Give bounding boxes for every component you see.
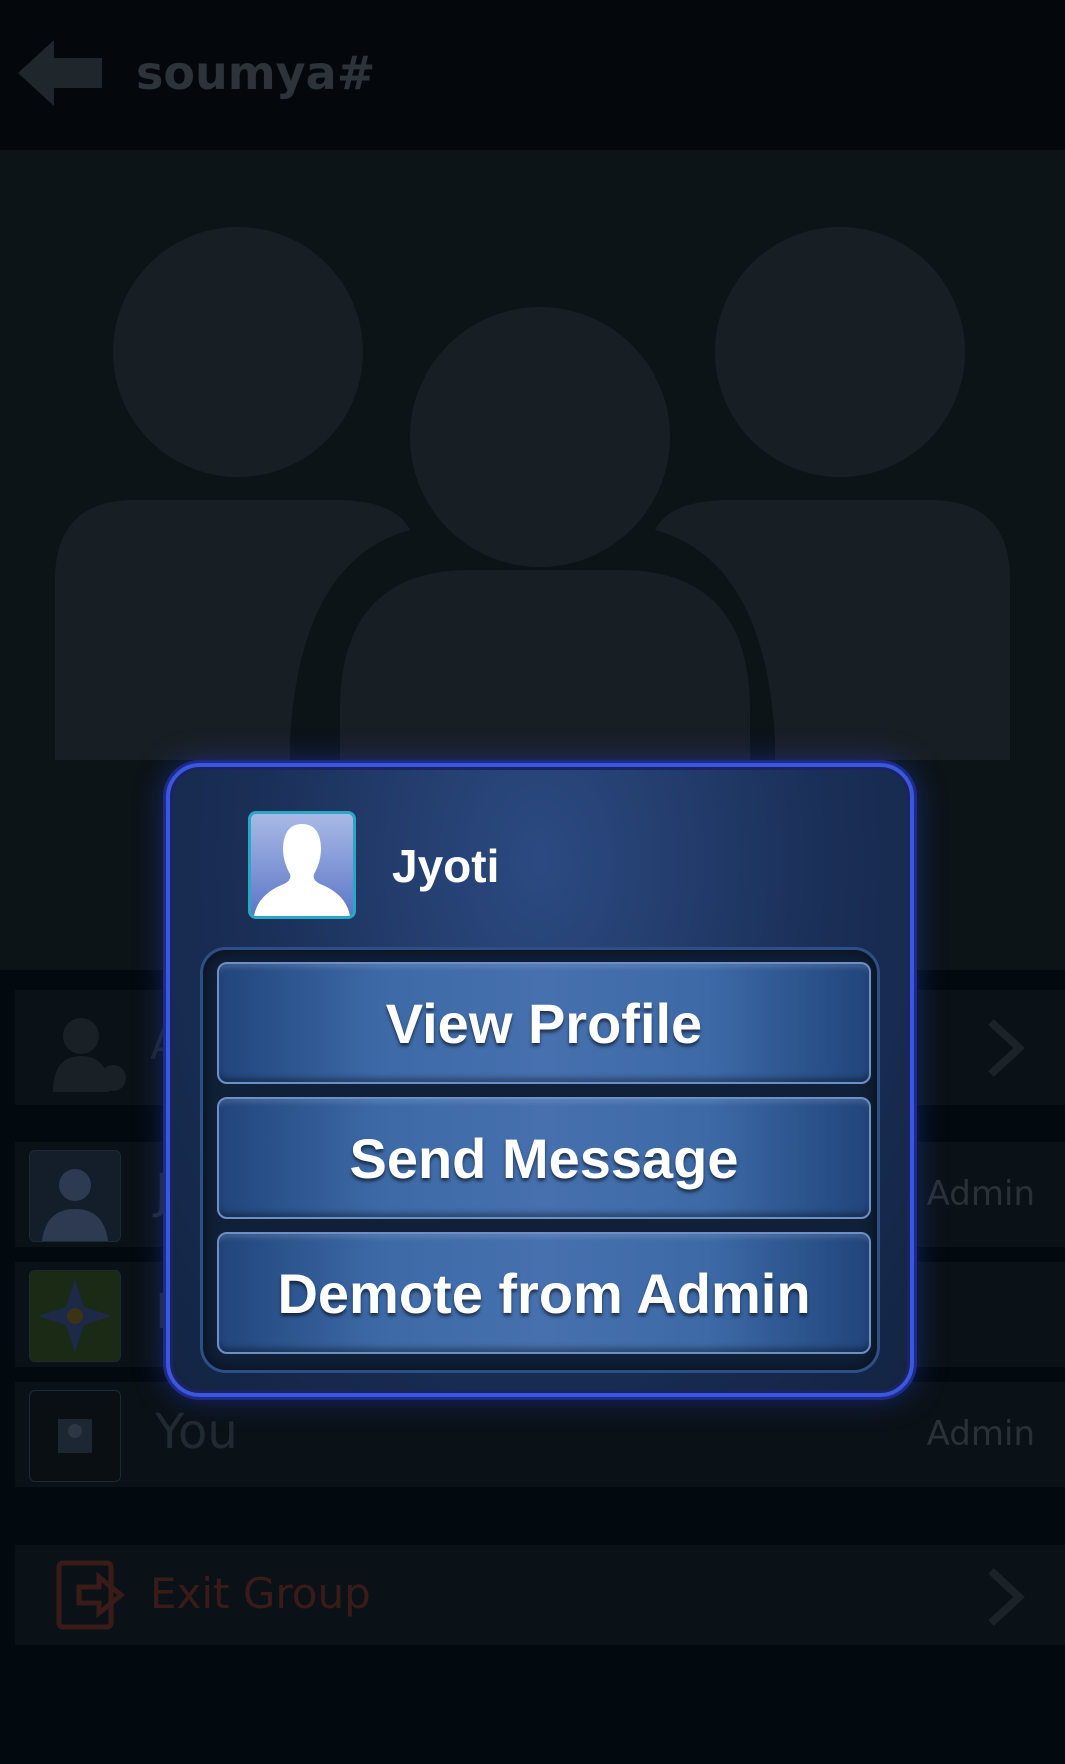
top-bar: soumya# bbox=[0, 0, 1065, 150]
chevron-right-icon bbox=[988, 1568, 1025, 1626]
send-message-label: Send Message bbox=[349, 1126, 739, 1190]
member-name: Jyoti bbox=[392, 840, 500, 892]
member-name: You bbox=[155, 1404, 238, 1460]
member-options-dialog: Jyoti View Profile Send Message Demote f… bbox=[166, 763, 914, 1397]
demote-from-admin-label: Demote from Admin bbox=[277, 1261, 811, 1325]
profile-card-avatar-icon bbox=[58, 1419, 92, 1453]
exit-group-label: Exit Group bbox=[150, 1569, 371, 1618]
member-role: Admin bbox=[926, 1174, 1035, 1214]
member-role: Admin bbox=[926, 1414, 1035, 1454]
member-avatar bbox=[248, 811, 356, 919]
avatar bbox=[29, 1390, 121, 1482]
default-avatar-icon bbox=[42, 1169, 108, 1241]
add-user-icon bbox=[53, 1018, 126, 1092]
send-message-button[interactable]: Send Message bbox=[217, 1097, 871, 1219]
demote-from-admin-button[interactable]: Demote from Admin bbox=[217, 1232, 871, 1354]
exit-icon bbox=[56, 1560, 125, 1630]
page-title: soumya# bbox=[136, 46, 376, 100]
default-avatar-icon bbox=[254, 824, 350, 916]
avatar bbox=[29, 1150, 121, 1242]
view-profile-button[interactable]: View Profile bbox=[217, 962, 871, 1084]
back-arrow-icon[interactable] bbox=[18, 38, 102, 108]
avatar bbox=[29, 1270, 121, 1362]
view-profile-label: View Profile bbox=[385, 991, 703, 1055]
exit-group-row[interactable]: Exit Group bbox=[15, 1545, 1065, 1645]
button-group: View Profile Send Message Demote from Ad… bbox=[200, 947, 880, 1373]
member-row[interactable]: You Admin bbox=[15, 1382, 1065, 1487]
chevron-right-icon bbox=[988, 1019, 1025, 1077]
flower-avatar-icon bbox=[38, 1279, 112, 1353]
